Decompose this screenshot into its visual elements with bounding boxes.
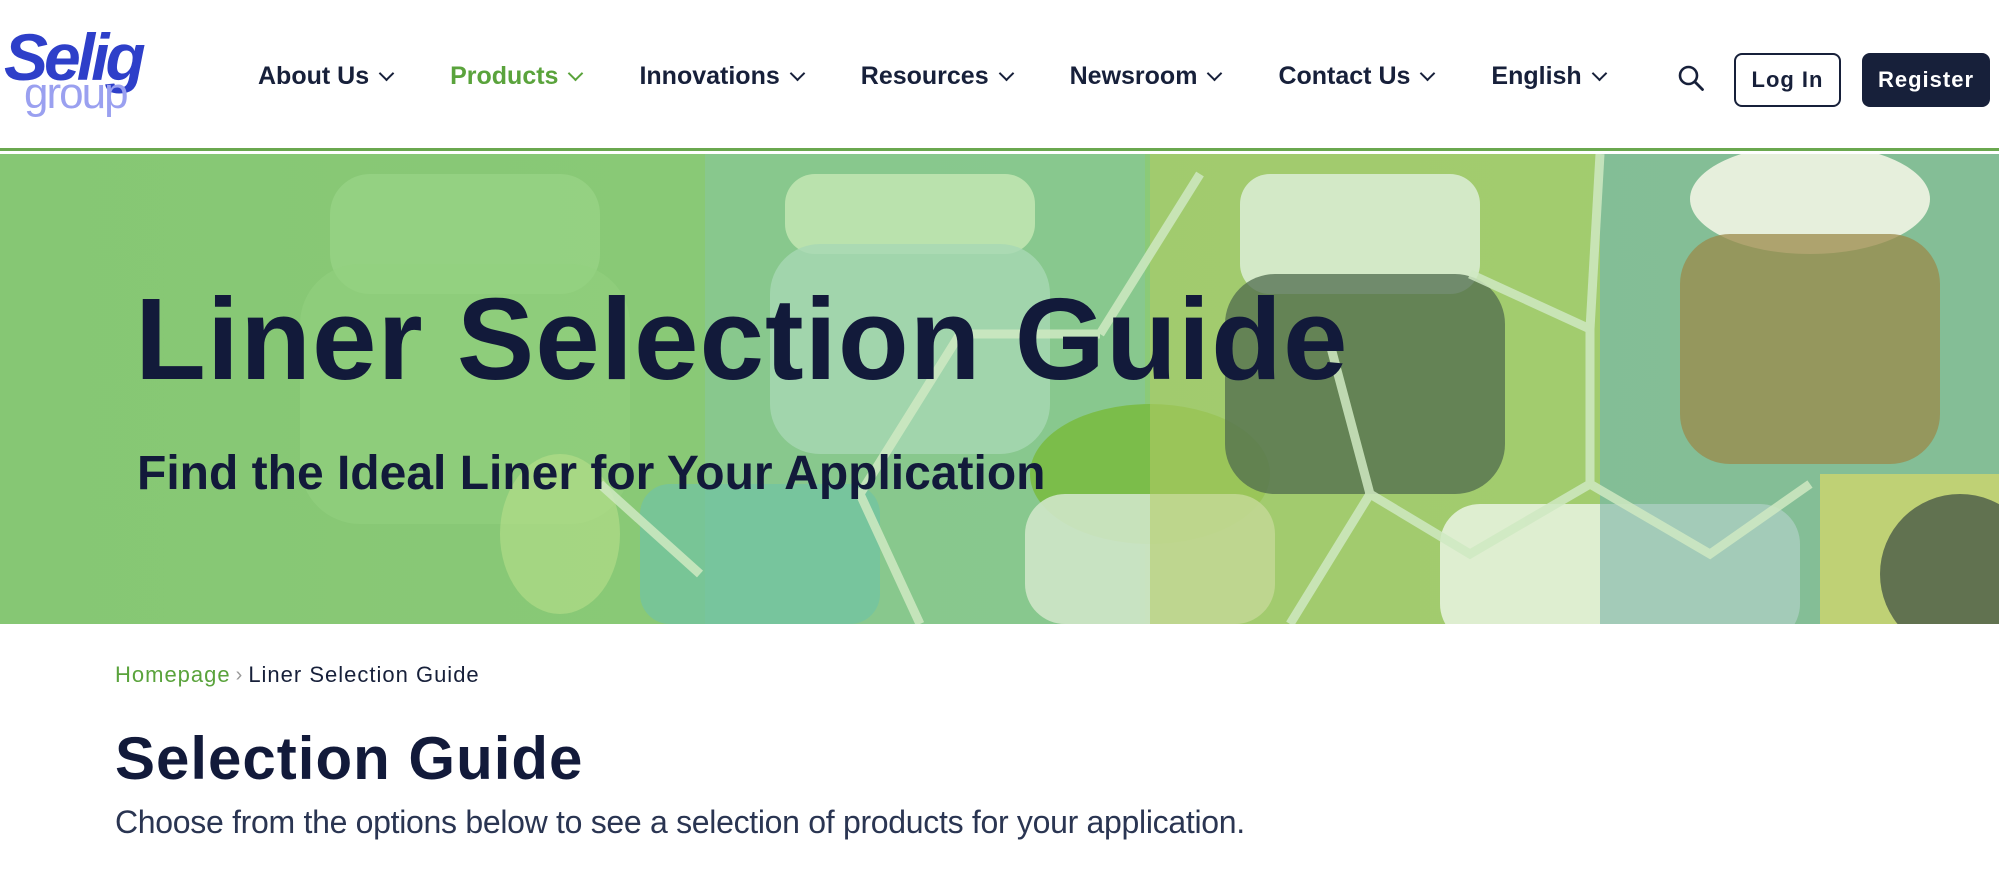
nav-label: Contact Us bbox=[1278, 61, 1411, 90]
chevron-down-icon bbox=[568, 65, 584, 81]
chevron-down-icon bbox=[789, 65, 806, 81]
nav-newsroom[interactable]: Newsroom bbox=[1069, 56, 1223, 96]
register-button[interactable]: Register bbox=[1862, 53, 1990, 107]
page-description: Choose from the options below to see a s… bbox=[115, 804, 1245, 840]
chevron-down-icon bbox=[1207, 65, 1223, 81]
nav-innovations[interactable]: Innovations bbox=[639, 56, 806, 96]
hero-subtitle: Find the Ideal Liner for Your Applicatio… bbox=[137, 447, 1046, 500]
hero-banner: Liner Selection Guide Find the Ideal Lin… bbox=[0, 154, 1999, 624]
nav-label: Resources bbox=[860, 61, 989, 90]
site-header: Selig group About Us Products Innovation… bbox=[0, 0, 1999, 151]
page-title: Selection Guide bbox=[115, 725, 584, 792]
nav-label: English bbox=[1491, 61, 1582, 90]
nav-products[interactable]: Products bbox=[450, 56, 584, 96]
nav-contact-us[interactable]: Contact Us bbox=[1278, 56, 1436, 96]
language-selector[interactable]: English bbox=[1491, 56, 1607, 96]
nav-resources[interactable]: Resources bbox=[860, 56, 1014, 96]
selig-group-logo[interactable]: Selig group bbox=[4, 24, 190, 122]
nav-about-us[interactable]: About Us bbox=[258, 56, 395, 96]
nav-label: Innovations bbox=[639, 61, 780, 90]
login-button[interactable]: Log In bbox=[1734, 53, 1841, 107]
breadcrumb: Homepage › Liner Selection Guide bbox=[115, 662, 480, 688]
nav-label: Products bbox=[450, 61, 559, 90]
breadcrumb-current: Liner Selection Guide bbox=[248, 662, 480, 687]
chevron-down-icon bbox=[998, 65, 1014, 81]
breadcrumb-separator-icon: › bbox=[235, 663, 244, 686]
logo-subword: group bbox=[24, 69, 129, 118]
search-icon[interactable] bbox=[1677, 64, 1705, 92]
nav-label: Newsroom bbox=[1069, 61, 1198, 90]
hero-title: Liner Selection Guide bbox=[135, 274, 1349, 404]
breadcrumb-home-link[interactable]: Homepage bbox=[115, 662, 231, 688]
chevron-down-icon bbox=[1591, 65, 1607, 81]
chevron-down-icon bbox=[378, 65, 395, 81]
main-nav: About Us Products Innovations Resources … bbox=[258, 56, 1663, 96]
nav-label: About Us bbox=[258, 61, 370, 90]
chevron-down-icon bbox=[1420, 65, 1436, 81]
